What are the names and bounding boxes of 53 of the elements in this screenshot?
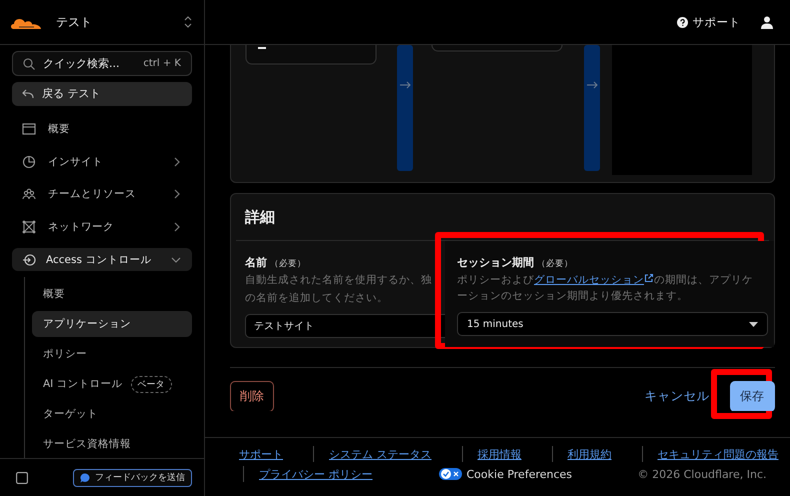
support-link[interactable]: サポート bbox=[676, 14, 740, 30]
footer-link[interactable]: セキュリティ問題の報告 bbox=[658, 446, 778, 462]
field-description: ポリシーおよびグローバルセッション の期間は、アプリケーションのセッション期間より優先されます。 bbox=[457, 272, 754, 304]
global-session-link[interactable]: グローバルセッション bbox=[534, 274, 644, 286]
beta-badge: ベータ bbox=[130, 376, 172, 393]
toggle-check-icon bbox=[438, 468, 462, 480]
name-input[interactable]: テストサイト bbox=[245, 314, 445, 338]
nav-subitem[interactable]: ターゲット bbox=[32, 401, 192, 428]
nav-subitem[interactable]: 概要 bbox=[32, 281, 192, 308]
cancel-button[interactable]: キャンセル bbox=[644, 388, 710, 405]
nav-subitem[interactable]: サービス資格情報 bbox=[32, 431, 192, 458]
nav-item[interactable]: インサイト bbox=[12, 148, 192, 175]
footer-link[interactable]: 利用規約 bbox=[568, 446, 612, 462]
network-icon bbox=[22, 220, 36, 234]
field-description: 自動生成された名前を使用するか、独 bbox=[245, 273, 433, 288]
pie-chart-icon bbox=[22, 154, 36, 169]
required-note: （必要） bbox=[537, 258, 573, 270]
field-description: の名前を追加してください。 bbox=[245, 291, 389, 306]
copyright-text: © 2026 Cloudflare, Inc. bbox=[638, 468, 766, 480]
up-down-chevron-icon bbox=[184, 16, 192, 28]
field-label: セッション期間 bbox=[457, 255, 534, 270]
external-link-icon bbox=[644, 273, 654, 283]
nav-group[interactable]: Access コントロール bbox=[12, 248, 192, 272]
chat-bubble-icon bbox=[80, 472, 90, 482]
account-name[interactable]: テスト bbox=[56, 14, 170, 30]
window-icon bbox=[22, 122, 36, 136]
nav-subitem[interactable]: AI コントロール ベータ bbox=[32, 371, 192, 398]
footer-link[interactable]: サポート bbox=[239, 446, 283, 462]
nav-item[interactable]: 概要 bbox=[12, 116, 192, 142]
footer-link[interactable]: システム ステータス bbox=[329, 446, 432, 462]
field-label: 名前 bbox=[245, 255, 267, 270]
search-field[interactable]: クイック検索... ctrl + K bbox=[12, 51, 192, 76]
cookie-preferences-link[interactable]: Cookie Preferences bbox=[438, 468, 572, 480]
nav-item[interactable]: チームとリソース bbox=[12, 180, 192, 208]
user-icon[interactable] bbox=[760, 16, 772, 28]
delete-button[interactable]: 削除 bbox=[230, 381, 274, 411]
save-button[interactable]: 保存 bbox=[730, 381, 774, 411]
back-button[interactable]: 戻る テスト bbox=[12, 82, 192, 106]
footer-link[interactable]: 採用情報 bbox=[478, 446, 522, 462]
people-icon bbox=[22, 187, 36, 202]
nav-subitem[interactable]: アプリケーション bbox=[32, 311, 192, 338]
session-duration-select[interactable]: 15 minutes bbox=[457, 312, 768, 336]
sign-in-icon bbox=[22, 252, 36, 267]
dropdown-caret-icon bbox=[748, 322, 758, 326]
panel-toggle-icon bbox=[16, 472, 28, 484]
help-icon bbox=[676, 16, 688, 28]
feedback-button[interactable]: フィードバックを送信 bbox=[73, 468, 192, 486]
search-icon bbox=[23, 58, 35, 70]
nav-item[interactable]: ネットワーク bbox=[12, 214, 192, 240]
return-arrow-icon bbox=[22, 88, 34, 99]
footer-link[interactable]: プライバシー ポリシー bbox=[259, 466, 372, 482]
required-note: （必要） bbox=[270, 258, 306, 270]
nav-subitem[interactable]: ポリシー bbox=[32, 341, 192, 368]
